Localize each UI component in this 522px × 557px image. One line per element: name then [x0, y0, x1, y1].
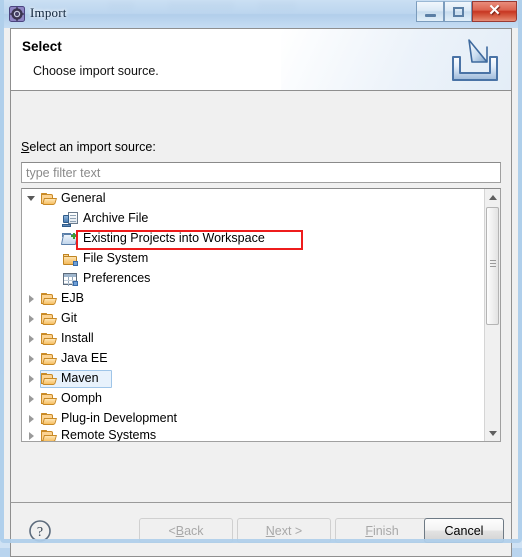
import-project-icon [60, 233, 79, 246]
expander-collapsed-icon[interactable] [24, 389, 40, 409]
back-button-prefix: < [168, 523, 176, 538]
expander-expanded-icon[interactable] [24, 189, 40, 209]
tree-item-label: Archive File [83, 211, 149, 225]
expander-collapsed-icon[interactable] [24, 329, 40, 349]
source-label: Select an import source: [21, 140, 156, 154]
scroll-down-arrow[interactable] [485, 425, 500, 441]
dialog-button-bar: ? < Back Next > Finish Cancel [10, 502, 512, 557]
svg-text:?: ? [37, 525, 43, 540]
window-title: Import [30, 5, 67, 20]
scroll-thumb[interactable] [486, 207, 499, 325]
back-button-mnemonic: B [175, 523, 185, 538]
close-button[interactable]: ✕ [472, 1, 517, 22]
chevron-up-icon [488, 194, 497, 200]
import-source-tree[interactable]: General Archive File Existing Projects int… [21, 188, 501, 442]
folder-open-icon [41, 313, 58, 325]
tree-item-list: General Archive File Existing Projects int… [22, 189, 485, 441]
expander-collapsed-icon[interactable] [24, 426, 40, 441]
wizard-content: Select an import source: General Archive … [10, 91, 512, 502]
folder-open-icon [41, 293, 58, 305]
back-button[interactable]: < Back [139, 518, 233, 543]
dialog-body: Select Choose import source. Select an i… [4, 28, 518, 557]
tree-item-general[interactable]: General [22, 189, 485, 209]
cancel-button-label: Cancel [444, 523, 484, 538]
maximize-icon [452, 6, 464, 17]
tree-item-label: Remote Systems [61, 428, 157, 441]
folder-open-icon [41, 413, 58, 425]
tree-item-file-system[interactable]: File System [22, 249, 485, 269]
folder-open-icon [41, 193, 58, 205]
tree-item-label: Install [61, 331, 94, 345]
wizard-header: Select Choose import source. [10, 28, 512, 91]
tree-item-preferences[interactable]: Preferences [22, 269, 485, 289]
expander-collapsed-icon[interactable] [24, 369, 40, 389]
preferences-table-icon [63, 273, 78, 286]
eclipse-import-icon [9, 6, 25, 22]
tree-item-plug-in-development[interactable]: Plug-in Development [22, 409, 485, 429]
tree-item-ejb[interactable]: EJB [22, 289, 485, 309]
folder-open-icon [41, 333, 58, 345]
help-button[interactable]: ? [28, 519, 52, 543]
title-bar[interactable]: Import ✕ [0, 0, 522, 28]
tree-item-archive-file[interactable]: Archive File [22, 209, 485, 229]
close-icon: ✕ [488, 2, 501, 19]
tree-scrollbar[interactable] [484, 189, 500, 441]
tree-item-label: General [61, 191, 106, 205]
folder-open-icon [41, 373, 58, 385]
cancel-button[interactable]: Cancel [424, 518, 504, 543]
tree-item-label: Existing Projects into Workspace [83, 231, 265, 245]
scroll-thumb-grip [490, 260, 496, 261]
tree-item-java-ee[interactable]: Java EE [22, 349, 485, 369]
expander-collapsed-icon[interactable] [24, 349, 40, 369]
folder-open-icon [41, 393, 58, 405]
maximize-button[interactable] [444, 1, 472, 22]
next-button[interactable]: Next > [237, 518, 331, 543]
folder-open-icon [41, 353, 58, 365]
back-button-label: ack [184, 523, 204, 538]
next-button-mnemonic: N [265, 523, 275, 538]
scroll-up-arrow[interactable] [485, 189, 500, 205]
finish-button[interactable]: Finish [335, 518, 429, 543]
import-dialog-window: Import ✕ Select Choose import source. Se… [0, 0, 522, 557]
chevron-down-icon [488, 430, 497, 436]
tree-item-label: EJB [61, 291, 84, 305]
tree-item-label: Git [61, 311, 77, 325]
tree-item-label: Java EE [61, 351, 108, 365]
expander-collapsed-icon[interactable] [24, 289, 40, 309]
folder-closed-icon [63, 254, 78, 266]
tree-item-install[interactable]: Install [22, 329, 485, 349]
tree-item-label: File System [83, 251, 149, 265]
tree-item-label: Plug-in Development [61, 411, 178, 425]
folder-open-icon [41, 430, 58, 441]
import-arrow-tray-icon [447, 35, 503, 87]
next-button-label: ext > [274, 523, 303, 538]
filter-input[interactable] [21, 162, 501, 183]
tree-item-label: Oomph [61, 391, 102, 405]
tree-item-oomph[interactable]: Oomph [22, 389, 485, 409]
tree-item-git[interactable]: Git [22, 309, 485, 329]
tree-item-label: Preferences [83, 271, 151, 285]
finish-button-label: inish [372, 523, 399, 538]
minimize-button[interactable] [416, 1, 444, 22]
source-label-rest: elect an import source: [29, 140, 156, 154]
finish-button-mnemonic: F [365, 523, 373, 538]
page-subtitle: Choose import source. [33, 64, 159, 78]
archive-file-icon [62, 212, 78, 227]
tree-item-label: Maven [61, 371, 99, 385]
tree-item-existing-projects-into-workspace[interactable]: Existing Projects into Workspace [22, 229, 485, 249]
expander-collapsed-icon[interactable] [24, 309, 40, 329]
tree-item-maven[interactable]: Maven [22, 369, 485, 389]
tree-item-remote-systems[interactable]: Remote Systems [22, 426, 485, 441]
minimize-icon [424, 13, 436, 17]
page-title: Select [22, 39, 62, 54]
